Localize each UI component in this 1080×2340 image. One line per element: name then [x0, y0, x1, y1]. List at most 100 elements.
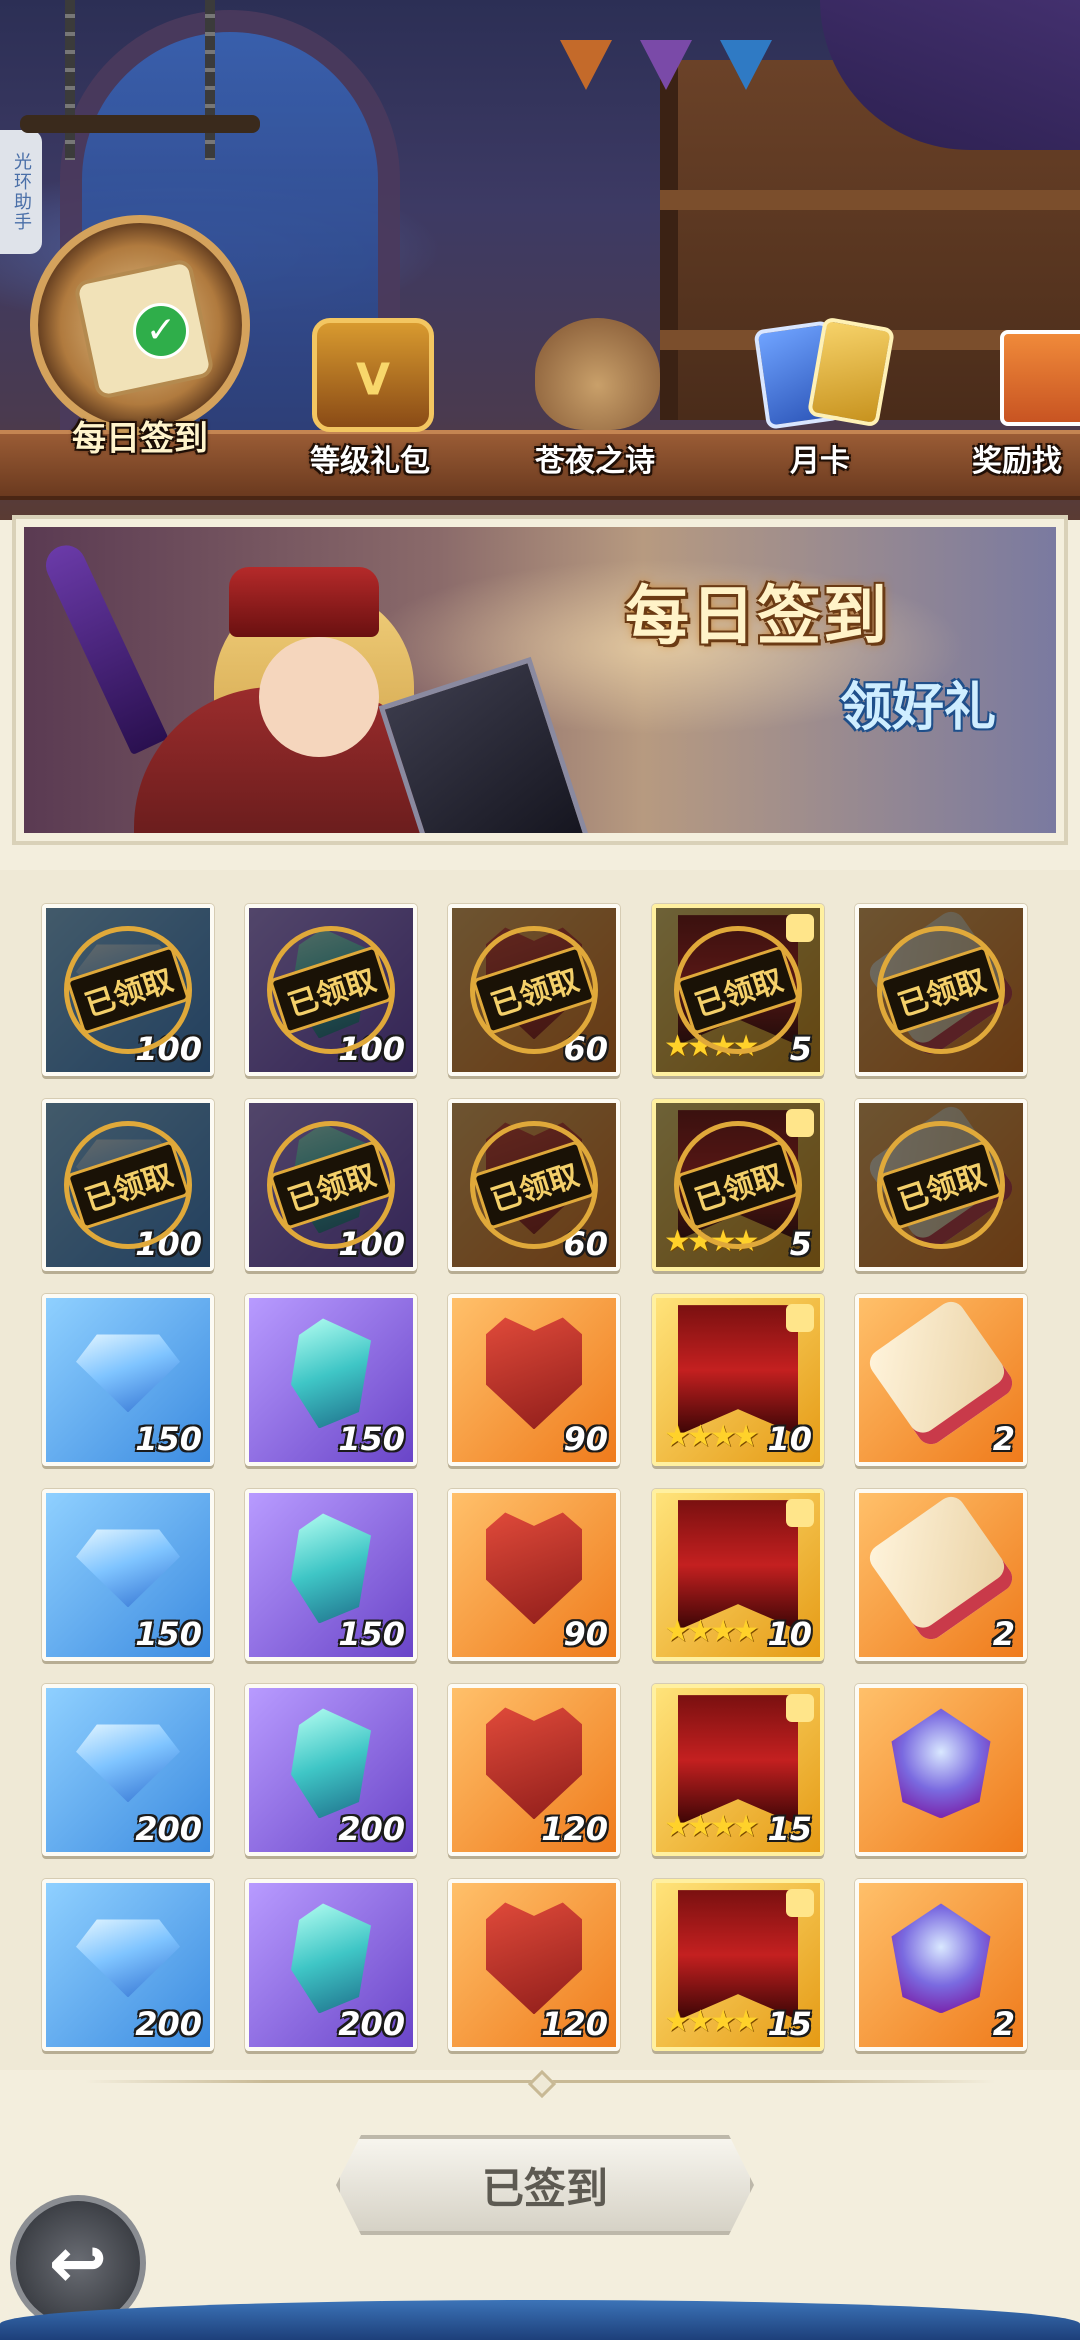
crown-shield-icon: [486, 1317, 582, 1430]
star-rating: ★★★★: [664, 1419, 760, 1454]
reward-cell[interactable]: 90: [448, 1294, 620, 1466]
tab-night-poem[interactable]: 苍夜之诗: [505, 420, 685, 480]
reward-cell[interactable]: 120: [448, 1879, 620, 2051]
reward-cell[interactable]: 90: [448, 1489, 620, 1661]
helper-tab[interactable]: 光环助手: [0, 130, 42, 254]
back-arrow-icon: ↩: [48, 2222, 108, 2304]
reward-count: 150: [338, 1420, 405, 1458]
diamond-icon: [76, 1529, 180, 1608]
diamond-icon: [76, 1334, 180, 1413]
reward-count: 2: [992, 2005, 1015, 2043]
tab-label: 月卡: [790, 444, 850, 479]
claimed-stamp: 已领取: [64, 926, 192, 1054]
tab-month-card[interactable]: 月卡: [740, 420, 900, 480]
tab-reward-find[interactable]: 奖励找: [972, 420, 1080, 480]
reward-count: 10: [767, 1420, 812, 1458]
claimed-stamp: 已领取: [674, 1121, 802, 1249]
gem-bag-icon[interactable]: [535, 318, 660, 430]
reward-count: 150: [135, 1420, 202, 1458]
claimed-stamp-label: 已领取: [268, 945, 394, 1035]
crystal-icon: [291, 1318, 371, 1429]
gift-box-icon[interactable]: [1000, 330, 1080, 426]
reward-count: 120: [541, 1810, 608, 1848]
gem-icon: [891, 1903, 991, 2014]
star-rating: ★★★★: [664, 2004, 760, 2039]
puzzle-piece-icon: [786, 1499, 814, 1527]
reward-cell[interactable]: 150: [42, 1489, 214, 1661]
puzzle-piece-icon: [786, 1694, 814, 1722]
reward-count: 2: [992, 1420, 1015, 1458]
character-face: [259, 637, 379, 757]
gem-icon: [891, 1708, 991, 1819]
reward-cell[interactable]: 150: [245, 1294, 417, 1466]
claimed-stamp-label: 已领取: [65, 945, 191, 1035]
crystal-icon: [291, 1513, 371, 1624]
reward-cell[interactable]: 100 已领取: [42, 904, 214, 1076]
reward-count: 200: [338, 2005, 405, 2043]
claimed-stamp-label: 已领取: [675, 1140, 801, 1230]
puzzle-piece-icon: [786, 1304, 814, 1332]
reward-cell[interactable]: [855, 1684, 1027, 1856]
reward-count: 10: [767, 1615, 812, 1653]
claimed-stamp: 已领取: [470, 1121, 598, 1249]
crown-shield-icon: [486, 1902, 582, 2015]
claimed-stamp-label: 已领取: [268, 1140, 394, 1230]
character-hat: [229, 567, 379, 637]
reward-cell[interactable]: 150: [245, 1489, 417, 1661]
reward-cell[interactable]: 100 已领取: [245, 904, 417, 1076]
reward-cell[interactable]: 200: [42, 1684, 214, 1856]
reward-cell[interactable]: 200: [245, 1684, 417, 1856]
reward-cell[interactable]: ★★★★ 5 已领取: [652, 1099, 824, 1271]
reward-count: 5: [789, 1225, 812, 1263]
reward-cell[interactable]: ★★★★ 5 已领取: [652, 904, 824, 1076]
reward-cell[interactable]: 120: [448, 1684, 620, 1856]
pennant: [640, 40, 692, 90]
diamond-icon: [76, 1724, 180, 1803]
tab-label: 等级礼包: [310, 444, 430, 479]
reward-count: 200: [135, 2005, 202, 2043]
checkmark-icon: ✓: [133, 303, 189, 359]
reward-cell[interactable]: 2: [855, 1489, 1027, 1661]
crown-shield-icon: [486, 1512, 582, 1625]
tab-level-gift[interactable]: 等级礼包: [280, 420, 460, 480]
bottom-decoration: [0, 2300, 1080, 2340]
reward-cell[interactable]: 150: [42, 1294, 214, 1466]
hero-banner-icon: [678, 1695, 798, 1826]
puzzle-piece-icon: [786, 1109, 814, 1137]
reward-cell[interactable]: 2: [855, 1294, 1027, 1466]
tab-label: 苍夜之诗: [535, 444, 655, 479]
reward-cell[interactable]: 2: [855, 1879, 1027, 2051]
crystal-icon: [291, 1708, 371, 1819]
crystal-icon: [291, 1903, 371, 2014]
reward-cell[interactable]: ★★★★ 10: [652, 1489, 824, 1661]
reward-cell[interactable]: 200: [42, 1879, 214, 2051]
pennant: [720, 40, 772, 90]
reward-cell[interactable]: ★★★★ 10: [652, 1294, 824, 1466]
claimed-stamp-label: 已领取: [878, 945, 1004, 1035]
reward-cell[interactable]: ★★★★ 15: [652, 1684, 824, 1856]
divider-ornament: [527, 2069, 557, 2099]
reward-cell[interactable]: 60 已领取: [448, 904, 620, 1076]
shelf-board: [660, 190, 1080, 210]
treasure-chest-icon[interactable]: V: [312, 318, 434, 432]
reward-cell[interactable]: 100 已领取: [245, 1099, 417, 1271]
banner-subtitle: 领好礼: [840, 678, 997, 738]
hero-banner-icon: [678, 1305, 798, 1436]
reward-cell[interactable]: 已领取: [855, 904, 1027, 1076]
tab-daily-signin[interactable]: 每日签到: [40, 400, 240, 460]
reward-cell[interactable]: 200: [245, 1879, 417, 2051]
claimed-stamp: 已领取: [877, 926, 1005, 1054]
signed-in-button[interactable]: 已签到: [336, 2135, 754, 2235]
puzzle-piece-icon: [786, 1889, 814, 1917]
reward-cell[interactable]: ★★★★ 15: [652, 1879, 824, 2051]
reward-count: 90: [563, 1615, 608, 1653]
reward-cell[interactable]: 60 已领取: [448, 1099, 620, 1271]
reward-count: 150: [135, 1615, 202, 1653]
reward-cell[interactable]: 已领取: [855, 1099, 1027, 1271]
reward-count: 15: [767, 1810, 812, 1848]
reward-count: 15: [767, 2005, 812, 2043]
reward-count: 150: [338, 1615, 405, 1653]
reward-cell[interactable]: 100 已领取: [42, 1099, 214, 1271]
reward-count: 120: [541, 2005, 608, 2043]
star-rating: ★★★★: [664, 1614, 760, 1649]
